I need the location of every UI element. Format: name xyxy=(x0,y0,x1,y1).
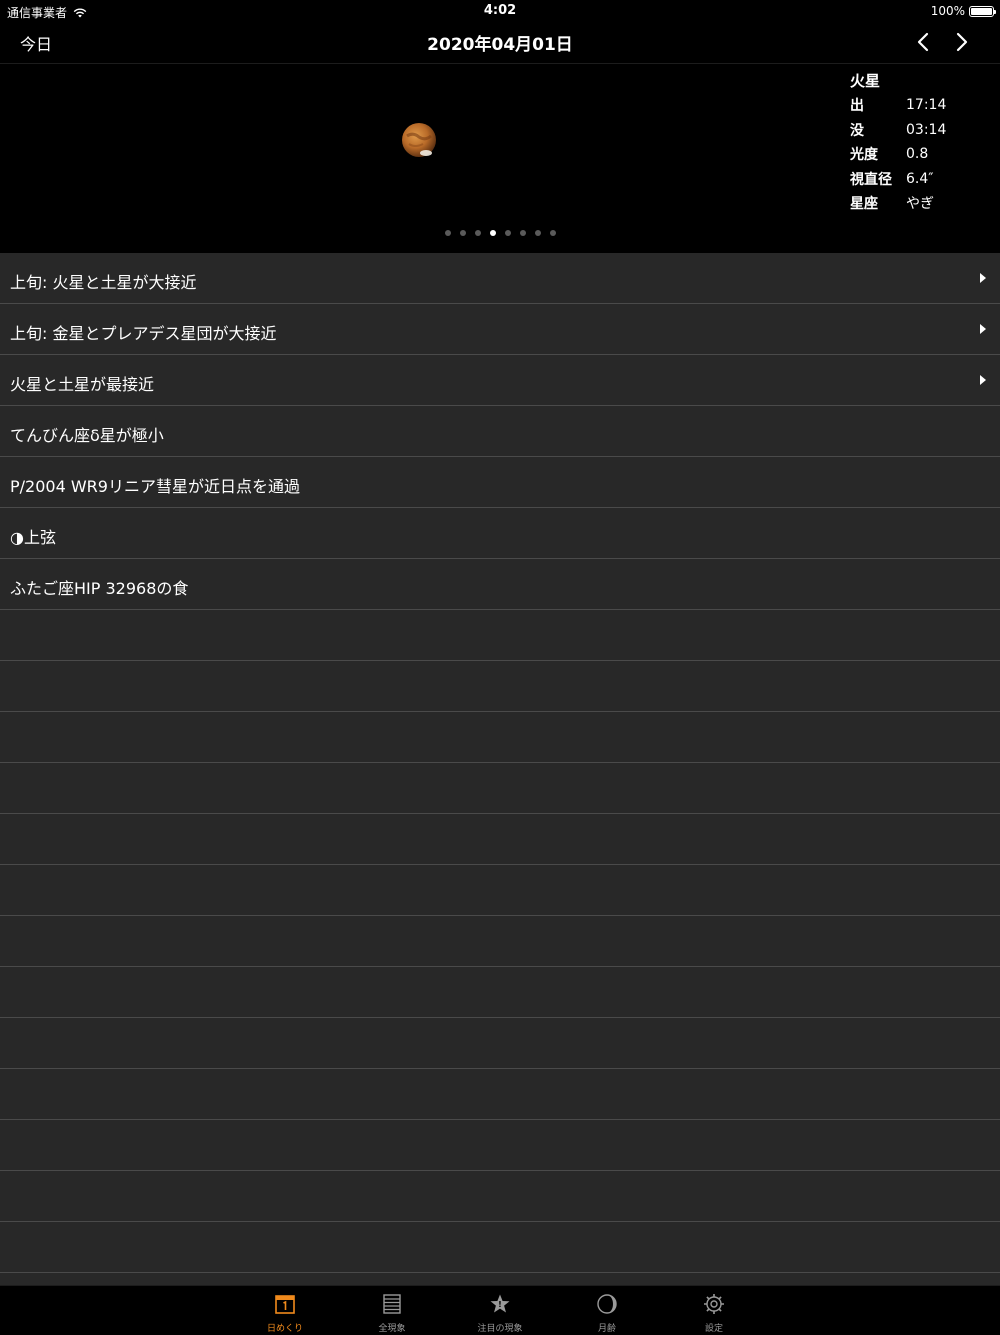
event-label: P/2004 WR9リニア彗星が近日点を通過 xyxy=(10,477,300,496)
tab-label: 設定 xyxy=(704,1324,723,1334)
event-row: ふたご座HIP 32968の食 xyxy=(0,559,1000,610)
event-label: ふたご座HIP 32968の食 xyxy=(10,579,189,598)
event-row: ◑上弦 xyxy=(0,508,1000,559)
mars-image xyxy=(402,123,436,157)
status-right: 100% xyxy=(930,4,996,18)
info-row-magnitude: 光度 0.8 xyxy=(850,142,990,167)
page-title: 2020年04月01日 xyxy=(427,35,573,55)
info-label: 没 xyxy=(850,122,864,139)
info-row-set: 没 03:14 xyxy=(850,118,990,143)
chevron-left-icon[interactable] xyxy=(912,30,936,54)
star-icon: ! xyxy=(490,1294,510,1313)
event-label: てんびん座δ星が極小 xyxy=(10,426,164,445)
tab-bar: 日めくり 全現象 ! 注目の現象 月齢 設定 xyxy=(0,1285,1000,1335)
today-button[interactable]: 今日 xyxy=(20,31,52,55)
planet-name: 火星 xyxy=(850,72,881,90)
empty-row xyxy=(0,1018,1000,1069)
tab-all-events[interactable]: 全現象 xyxy=(352,1292,432,1334)
info-label: 星座 xyxy=(850,196,878,213)
empty-row xyxy=(0,1069,1000,1120)
tab-label: 日めくり xyxy=(266,1324,303,1334)
tab-label: 注目の現象 xyxy=(477,1324,523,1334)
event-row: てんびん座δ星が極小 xyxy=(0,406,1000,457)
tab-settings[interactable]: 設定 xyxy=(674,1292,754,1334)
event-row[interactable]: 火星と土星が最接近 xyxy=(0,355,1000,406)
info-label: 視直径 xyxy=(850,171,892,188)
event-label: ◑上弦 xyxy=(10,528,56,547)
info-label: 出 xyxy=(850,98,864,115)
event-row[interactable]: 上旬: 火星と土星が大接近 xyxy=(0,253,1000,304)
empty-row xyxy=(0,763,1000,814)
list-icon xyxy=(383,1294,401,1314)
empty-row xyxy=(0,916,1000,967)
event-label: 上旬: 火星と土星が大接近 xyxy=(10,273,197,292)
info-row-rise: 出 17:14 xyxy=(850,93,990,118)
event-label: 上旬: 金星とプレアデス星団が大接近 xyxy=(10,324,277,343)
info-value: 6.4″ xyxy=(906,170,934,187)
page-dot xyxy=(504,230,511,236)
tab-featured[interactable]: ! 注目の現象 xyxy=(460,1292,540,1334)
info-row-diameter: 視直径 6.4″ xyxy=(850,167,990,192)
svg-text:!: ! xyxy=(498,1300,502,1309)
status-bar: 通信事業者 4:02 100% xyxy=(0,0,1000,22)
page-dot xyxy=(444,230,451,236)
status-time: 4:02 xyxy=(483,3,517,18)
empty-row xyxy=(0,814,1000,865)
gear-icon xyxy=(704,1294,724,1314)
tab-label: 全現象 xyxy=(378,1324,406,1334)
info-row-constellation: 星座 やぎ xyxy=(850,191,990,216)
empty-row xyxy=(0,865,1000,916)
moon-icon xyxy=(597,1294,617,1314)
disclosure-arrow-icon xyxy=(980,273,986,283)
page-dot-active xyxy=(489,230,496,236)
empty-row xyxy=(0,610,1000,661)
planet-info-panel: 火星 出 17:14 没 03:14 光度 0.8 視直径 6.4″ 星座 やぎ xyxy=(850,70,990,216)
tab-daily[interactable]: 日めくり xyxy=(245,1292,325,1334)
info-value: 03:14 xyxy=(906,121,947,138)
calendar-icon xyxy=(275,1295,295,1314)
battery-percent: 100% xyxy=(930,4,965,18)
empty-row xyxy=(0,1171,1000,1222)
event-row[interactable]: 上旬: 金星とプレアデス星団が大接近 xyxy=(0,304,1000,355)
disclosure-arrow-icon xyxy=(980,375,986,385)
empty-row xyxy=(0,1120,1000,1171)
empty-row xyxy=(0,967,1000,1018)
planet-carousel[interactable]: 火星 出 17:14 没 03:14 光度 0.8 視直径 6.4″ 星座 やぎ xyxy=(0,64,1000,252)
page-dot xyxy=(549,230,556,236)
battery-icon xyxy=(969,5,996,17)
info-label: 光度 xyxy=(850,147,878,164)
event-list: 上旬: 火星と土星が大接近上旬: 金星とプレアデス星団が大接近 火星と土星が最接近… xyxy=(0,253,1000,1285)
empty-row xyxy=(0,1222,1000,1273)
chevron-right-icon[interactable] xyxy=(949,30,973,54)
disclosure-arrow-icon xyxy=(980,324,986,334)
empty-row xyxy=(0,712,1000,763)
navigation-bar: 今日 2020年04月01日 xyxy=(0,22,1000,64)
empty-row xyxy=(0,661,1000,712)
info-value: 17:14 xyxy=(906,97,947,114)
tab-label: 月齢 xyxy=(597,1324,616,1334)
event-label: 火星と土星が最接近 xyxy=(10,375,155,394)
page-dot xyxy=(474,230,481,236)
tab-moon-age[interactable]: 月齢 xyxy=(567,1292,647,1334)
info-value: 0.8 xyxy=(906,146,929,163)
info-value: やぎ xyxy=(906,196,934,213)
page-dot xyxy=(534,230,541,236)
page-dot xyxy=(459,230,466,236)
event-row: P/2004 WR9リニア彗星が近日点を通過 xyxy=(0,457,1000,508)
page-dot xyxy=(519,230,526,236)
page-indicator[interactable] xyxy=(0,230,1000,236)
